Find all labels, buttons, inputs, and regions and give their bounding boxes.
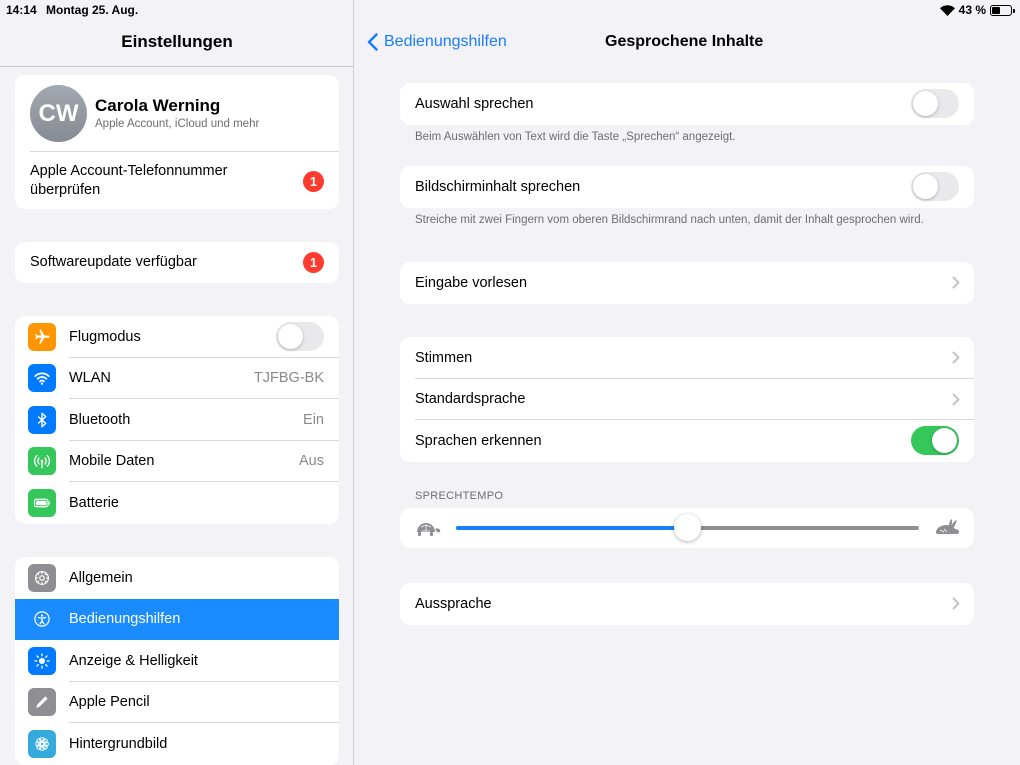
chevron-right-icon xyxy=(952,276,960,289)
speak-screen-card: Bildschirminhalt sprechen xyxy=(400,166,974,208)
bluetooth-value: Ein xyxy=(303,411,324,428)
status-indicators: 43 % xyxy=(939,3,1015,17)
pencil-icon xyxy=(28,688,56,717)
notification-badge: 1 xyxy=(303,171,324,192)
profile-name: Carola Werning xyxy=(95,96,221,115)
chevron-right-icon xyxy=(952,351,960,364)
pronunciations-card: Aussprache xyxy=(400,583,974,625)
sidebar-item-batterie[interactable]: Batterie xyxy=(15,482,339,524)
software-update-row[interactable]: Softwareupdate verfügbar 1 xyxy=(15,242,339,283)
notification-badge: 1 xyxy=(303,252,324,273)
pronunciations-row[interactable]: Aussprache xyxy=(400,583,974,625)
speak-screen-toggle[interactable] xyxy=(911,172,959,202)
status-date: Montag 25. Aug. xyxy=(46,3,139,17)
speak-selection-footnote: Beim Auswählen von Text wird die Taste „… xyxy=(415,131,736,143)
wifi-network-value: TJFBG-BK xyxy=(253,370,324,387)
bluetooth-icon xyxy=(28,405,56,434)
speaking-rate-thumb[interactable] xyxy=(674,514,701,541)
typing-feedback-row[interactable]: Eingabe vorlesen xyxy=(400,262,974,304)
row-label: Sprachen erkennen xyxy=(415,432,542,449)
sidebar-divider xyxy=(0,66,354,67)
battery-percent: 43 % xyxy=(958,3,986,17)
status-bar: 14:14 Montag 25. Aug. 43 % xyxy=(0,0,1020,20)
antenna-icon xyxy=(28,447,56,476)
software-update-label: Softwareupdate verfügbar xyxy=(30,254,197,270)
wifi-status-icon xyxy=(939,4,955,16)
flower-icon xyxy=(28,729,56,758)
battery-icon xyxy=(28,488,56,517)
turtle-icon xyxy=(417,523,441,536)
speaking-rate-card xyxy=(400,508,974,548)
sidebar-item-label: Bluetooth xyxy=(69,411,131,428)
phone-check-label[interactable]: Apple Account-Telefonnummer überprüfen xyxy=(30,162,265,200)
gear-icon xyxy=(28,563,56,592)
row-label: Bildschirminhalt sprechen xyxy=(415,178,581,195)
speak-screen-row[interactable]: Bildschirminhalt sprechen xyxy=(400,166,974,208)
accessibility-icon xyxy=(28,605,56,634)
speak-screen-footnote: Streiche mit zwei Fingern vom oberen Bil… xyxy=(415,214,924,226)
battery-status-icon xyxy=(990,4,1015,16)
sidebar: Einstellungen CW Carola Werning Apple Ac… xyxy=(0,0,354,765)
sidebar-title: Einstellungen xyxy=(121,32,233,51)
hare-icon xyxy=(936,519,959,534)
row-label: Aussprache xyxy=(415,595,492,612)
speak-selection-row[interactable]: Auswahl sprechen xyxy=(400,83,974,125)
mobile-data-value: Aus xyxy=(299,453,324,470)
back-button[interactable]: Bedienungshilfen xyxy=(367,33,507,51)
sidebar-item-label: Hintergrundbild xyxy=(69,735,168,752)
sidebar-item-label: Apple Pencil xyxy=(69,694,150,711)
page-title: Gesprochene Inhalte xyxy=(605,33,764,50)
speaking-rate-fill xyxy=(456,526,688,530)
chevron-right-icon xyxy=(952,393,960,406)
sun-icon xyxy=(28,646,56,675)
sidebar-item-label: Allgemein xyxy=(69,569,133,586)
row-label: Stimmen xyxy=(415,349,473,366)
chevron-left-icon xyxy=(367,33,378,51)
speak-selection-toggle[interactable] xyxy=(911,89,959,119)
sidebar-item-flugmodus[interactable]: Flugmodus xyxy=(15,316,339,358)
sidebar-item-apple-pencil[interactable]: Apple Pencil xyxy=(15,682,339,723)
sidebar-item-label: Flugmodus xyxy=(69,328,141,345)
typing-feedback-card: Eingabe vorlesen xyxy=(400,262,974,304)
sidebar-item-mobile-daten[interactable]: Mobile Daten Aus xyxy=(15,441,339,482)
row-label: Auswahl sprechen xyxy=(415,95,534,112)
default-language-row[interactable]: Standardsprache xyxy=(400,379,974,420)
divider xyxy=(30,151,339,152)
row-label: Eingabe vorlesen xyxy=(415,274,528,291)
speak-selection-card: Auswahl sprechen xyxy=(400,83,974,125)
chevron-right-icon xyxy=(952,597,960,610)
avatar: CW xyxy=(30,85,87,142)
airplane-icon xyxy=(28,322,56,351)
wifi-icon xyxy=(28,364,56,393)
voices-row[interactable]: Stimmen xyxy=(400,337,974,379)
sidebar-item-bedienungshilfen[interactable]: Bedienungshilfen xyxy=(15,598,339,640)
sidebar-item-allgemein[interactable]: Allgemein xyxy=(15,557,339,599)
profile-subtitle: Apple Account, iCloud und mehr xyxy=(95,118,260,130)
detail-pane: Bedienungshilfen Gesprochene Inhalte Aus… xyxy=(355,0,1020,765)
sidebar-item-label: Mobile Daten xyxy=(69,453,155,470)
sidebar-item-label: Bedienungshilfen xyxy=(69,611,181,628)
sidebar-item-anzeige-helligkeit[interactable]: Anzeige & Helligkeit xyxy=(15,640,339,682)
sidebar-item-hintergrundbild[interactable]: Hintergrundbild xyxy=(15,723,339,765)
connectivity-group: Flugmodus WLAN TJFBG-BK Bluetooth Ein Mo… xyxy=(15,316,339,524)
general-group: Allgemein Bedienungshilfen Anzeige & Hel… xyxy=(15,557,339,765)
sidebar-item-bluetooth[interactable]: Bluetooth Ein xyxy=(15,399,339,441)
status-time: 14:14 xyxy=(6,3,37,17)
speaking-rate-header: SPRECHTEMPO xyxy=(415,490,504,502)
sidebar-item-label: Batterie xyxy=(69,494,119,511)
back-label: Bedienungshilfen xyxy=(384,33,507,50)
sidebar-item-label: Anzeige & Helligkeit xyxy=(69,652,198,669)
detect-languages-toggle[interactable] xyxy=(911,426,959,456)
row-label: Standardsprache xyxy=(415,391,526,408)
voices-card: Stimmen Standardsprache Sprachen erkenne… xyxy=(400,337,974,462)
sidebar-item-wlan[interactable]: WLAN TJFBG-BK xyxy=(15,358,339,399)
detect-languages-row[interactable]: Sprachen erkennen xyxy=(400,420,974,462)
airplane-mode-toggle[interactable] xyxy=(276,322,324,352)
sidebar-item-label: WLAN xyxy=(69,370,111,387)
profile-card[interactable]: CW Carola Werning Apple Account, iCloud … xyxy=(15,75,339,209)
